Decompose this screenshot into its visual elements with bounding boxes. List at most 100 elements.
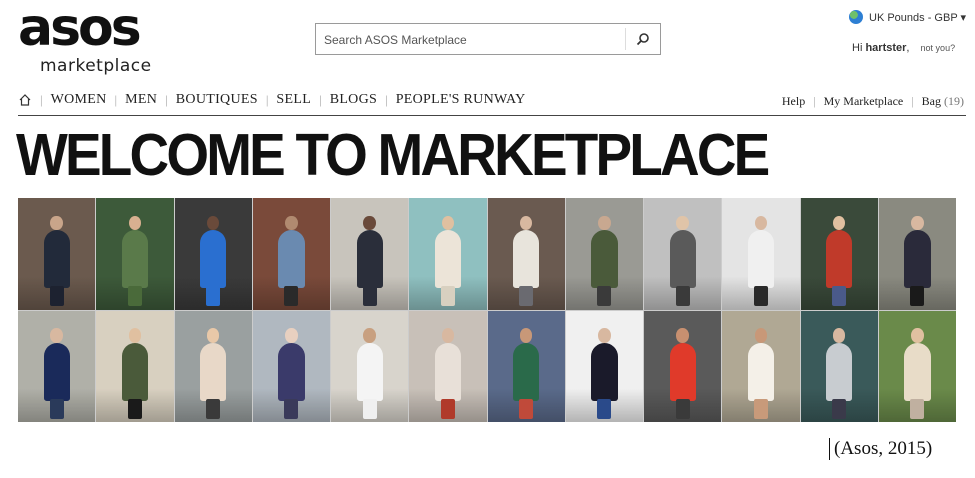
model-photo[interactable] <box>174 198 252 310</box>
greeting-prefix: Hi <box>852 42 863 54</box>
model-photo[interactable] <box>487 198 565 310</box>
model-outfit-bottom <box>910 398 925 419</box>
model-outfit-bottom <box>284 398 299 419</box>
asos-logo[interactable]: asos marketplace <box>18 0 178 76</box>
nav-separator: | <box>165 92 168 107</box>
model-outfit-top <box>43 230 70 289</box>
currency-label: UK Pounds - GBP ▾ <box>869 11 967 24</box>
model-head <box>754 215 768 231</box>
nav-separator: | <box>114 92 118 107</box>
model-photo[interactable] <box>644 310 722 422</box>
model-photo[interactable] <box>565 310 643 422</box>
model-head <box>206 328 220 343</box>
my-marketplace-link[interactable]: My Marketplace <box>824 94 904 109</box>
model-photo[interactable] <box>174 310 252 422</box>
logo-subtitle: marketplace <box>40 56 152 76</box>
username: hartster <box>865 42 907 54</box>
model-photo[interactable] <box>878 198 956 310</box>
model-head <box>363 328 376 343</box>
model-outfit-top <box>747 230 774 289</box>
model-outfit-bottom <box>206 286 221 307</box>
model-outfit-top <box>591 230 618 289</box>
model-photo[interactable] <box>96 198 174 310</box>
model-photo[interactable] <box>96 310 174 422</box>
nav-item-peoples-runway[interactable]: PEOPLE'S RUNWAY <box>396 92 526 108</box>
model-outfit-top <box>43 342 70 401</box>
model-head <box>285 215 298 231</box>
model-head <box>519 328 533 343</box>
model-outfit-top <box>513 342 540 401</box>
model-outfit-bottom <box>753 286 768 307</box>
model-outfit-top <box>278 342 305 401</box>
nav-item-sell[interactable]: SELL <box>276 92 311 108</box>
model-head <box>441 215 455 231</box>
search-icon <box>636 33 649 46</box>
model-head <box>519 215 533 231</box>
model-head <box>128 328 142 343</box>
model-outfit-top <box>826 230 853 289</box>
model-head <box>363 215 376 231</box>
bag-label: Bag <box>921 93 941 108</box>
model-photo[interactable] <box>18 310 96 422</box>
nav-item-blogs[interactable]: BLOGS <box>330 92 377 108</box>
model-photo[interactable] <box>487 310 565 422</box>
model-photo[interactable] <box>722 198 800 310</box>
model-outfit-top <box>591 342 618 401</box>
model-outfit-bottom <box>362 398 377 419</box>
model-outfit-bottom <box>49 286 64 307</box>
nav-item-women[interactable]: WOMEN <box>51 92 107 108</box>
model-outfit-bottom <box>675 286 690 307</box>
model-photo[interactable] <box>800 310 878 422</box>
nav-separator: | <box>385 92 388 107</box>
not-you-link[interactable]: not you? <box>921 43 956 53</box>
nav-item-boutiques[interactable]: BOUTIQUES <box>176 92 258 108</box>
model-outfit-bottom <box>440 398 455 419</box>
model-outfit-top <box>669 230 696 289</box>
model-head <box>206 215 220 231</box>
model-outfit-bottom <box>284 286 299 307</box>
globe-icon <box>849 10 863 24</box>
model-outfit-bottom <box>206 398 221 419</box>
model-photo[interactable] <box>409 310 487 422</box>
model-photo[interactable] <box>722 310 800 422</box>
model-outfit-bottom <box>127 398 142 419</box>
model-head <box>598 328 611 343</box>
model-outfit-top <box>356 342 383 401</box>
model-photo[interactable] <box>252 198 330 310</box>
model-outfit-top <box>747 342 774 401</box>
model-outfit-bottom <box>675 398 690 419</box>
model-outfit-bottom <box>910 286 925 307</box>
model-head <box>754 328 768 343</box>
model-outfit-bottom <box>753 398 768 419</box>
model-outfit-top <box>200 230 227 289</box>
model-head <box>50 215 63 231</box>
model-head <box>911 328 924 343</box>
model-photo[interactable] <box>565 198 643 310</box>
home-icon[interactable] <box>18 93 32 107</box>
model-photo[interactable] <box>331 198 409 310</box>
nav-divider <box>18 115 966 116</box>
search-box <box>315 23 661 55</box>
model-head <box>676 215 689 231</box>
model-outfit-top <box>200 342 227 401</box>
model-head <box>598 215 611 231</box>
model-head <box>441 328 455 343</box>
logo-wordmark: asos <box>18 0 142 58</box>
nav-separator: | <box>911 93 914 108</box>
currency-selector[interactable]: UK Pounds - GBP ▾ <box>849 10 966 24</box>
search-button[interactable] <box>625 28 660 50</box>
source-caption: (Asos, 2015) <box>829 438 932 460</box>
model-photo[interactable] <box>252 310 330 422</box>
model-photo[interactable] <box>878 310 956 422</box>
model-outfit-bottom <box>49 398 64 419</box>
model-photo[interactable] <box>409 198 487 310</box>
model-photo[interactable] <box>800 198 878 310</box>
model-outfit-bottom <box>832 398 847 419</box>
model-photo[interactable] <box>18 198 96 310</box>
bag-link[interactable]: Bag (19) <box>922 94 964 109</box>
nav-item-men[interactable]: MEN <box>125 92 157 108</box>
model-photo[interactable] <box>644 198 722 310</box>
help-link[interactable]: Help <box>782 94 805 109</box>
model-photo[interactable] <box>331 310 409 422</box>
search-input[interactable] <box>322 29 626 51</box>
